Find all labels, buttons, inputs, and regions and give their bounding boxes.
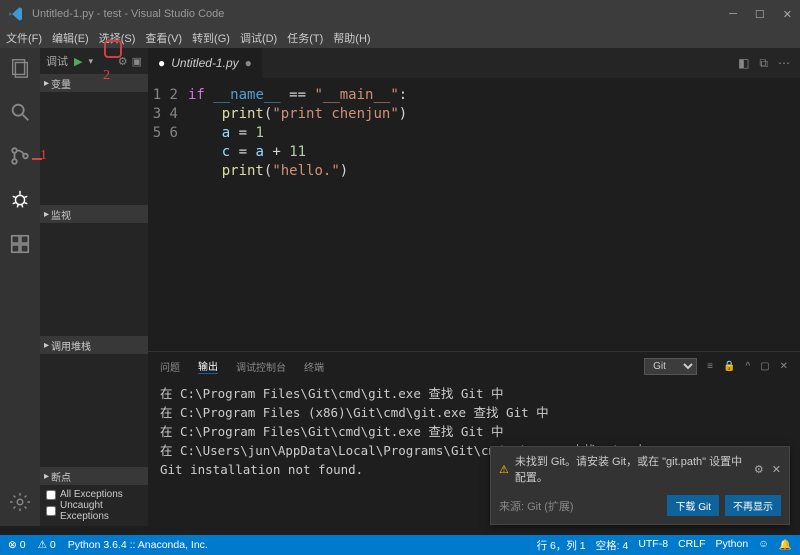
menu-item[interactable]: 帮助(H) bbox=[333, 30, 370, 46]
output-clear-icon[interactable]: ≡ bbox=[707, 361, 713, 372]
status-encoding[interactable]: UTF-8 bbox=[638, 538, 668, 553]
debug-console-icon[interactable]: ▣ bbox=[132, 55, 142, 68]
settings-icon[interactable] bbox=[8, 490, 32, 514]
status-warnings[interactable]: ⚠ 0 bbox=[38, 539, 56, 551]
menu-item[interactable]: 转到(G) bbox=[192, 30, 230, 46]
breakpoints-list: All Exceptions Uncaught Exceptions bbox=[40, 485, 148, 526]
status-python[interactable]: Python 3.6.4 :: Anaconda, Inc. bbox=[68, 539, 208, 551]
editor-tabs: ● Untitled-1.py ● ◧ ⧉ ⋯ bbox=[148, 48, 800, 78]
menubar: 文件(F) 编辑(E) 选择(S) 查看(V) 转到(G) 调试(D) 任务(T) 帮助(H) bbox=[0, 28, 800, 48]
menu-item[interactable]: 编辑(E) bbox=[52, 30, 89, 46]
output-channel-select[interactable]: Git bbox=[644, 358, 697, 375]
debug-icon[interactable] bbox=[8, 188, 32, 212]
variables-section[interactable]: 变量 bbox=[40, 74, 148, 92]
watch-section[interactable]: 监视 bbox=[40, 205, 148, 223]
tab-output[interactable]: 输出 bbox=[198, 358, 218, 374]
status-bell-icon[interactable]: 🔔 bbox=[779, 538, 792, 553]
menu-item[interactable]: 调试(D) bbox=[240, 30, 277, 46]
tab-label: Untitled-1.py bbox=[171, 56, 238, 70]
explorer-icon[interactable] bbox=[8, 56, 32, 80]
panel-maximize-icon[interactable]: ^ bbox=[745, 361, 750, 372]
window-controls: ─ ☐ ✕ bbox=[729, 8, 792, 21]
breakpoints-section[interactable]: 断点 bbox=[40, 467, 148, 485]
minimap[interactable] bbox=[782, 78, 800, 351]
activity-bar bbox=[0, 48, 40, 526]
notification-gear-icon[interactable]: ⚙ bbox=[754, 463, 764, 476]
menu-item[interactable]: 任务(T) bbox=[287, 30, 323, 46]
status-cursor[interactable]: 行 6，列 1 bbox=[537, 538, 586, 553]
maximize-icon[interactable]: ☐ bbox=[755, 8, 765, 21]
panel-x-icon[interactable]: ✕ bbox=[780, 361, 788, 372]
debug-header: 调试 ▶ ▾ ⚙ ▣ bbox=[40, 48, 148, 74]
panel-close-icon[interactable]: ▢ bbox=[760, 361, 769, 372]
output-lock-icon[interactable]: 🔒 bbox=[723, 361, 735, 372]
debug-sidebar: 调试 ▶ ▾ ⚙ ▣ 变量 监视 调用堆栈 断点 All Exceptions … bbox=[40, 48, 148, 526]
minimize-icon[interactable]: ─ bbox=[729, 8, 737, 21]
tab-debugconsole[interactable]: 调试控制台 bbox=[236, 359, 286, 374]
status-eol[interactable]: CRLF bbox=[678, 538, 705, 553]
menu-item[interactable]: 选择(S) bbox=[99, 30, 136, 46]
statusbar: ⊗ 0 ⚠ 0 Python 3.6.4 :: Anaconda, Inc. 行… bbox=[0, 535, 800, 555]
callstack-section[interactable]: 调用堆栈 bbox=[40, 336, 148, 354]
debug-gear-icon[interactable]: ⚙ bbox=[118, 55, 128, 68]
code-content[interactable]: if __name__ == "__main__": print("print … bbox=[188, 78, 407, 351]
menu-item[interactable]: 查看(V) bbox=[145, 30, 182, 46]
annotation-1: 1 bbox=[40, 148, 47, 164]
close-icon[interactable]: ✕ bbox=[783, 8, 792, 21]
scm-icon[interactable] bbox=[8, 144, 32, 168]
vscode-icon bbox=[8, 6, 24, 22]
code-editor[interactable]: 1 2 3 4 5 6 if __name__ == "__main__": p… bbox=[148, 78, 800, 351]
download-git-button[interactable]: 下载 Git bbox=[667, 495, 719, 516]
tab-terminal[interactable]: 终端 bbox=[304, 359, 324, 374]
notification-git: ⚠ 未找到 Git。请安装 Git，或在 "git.path" 设置中配置。 ⚙… bbox=[490, 446, 790, 525]
notification-text: 未找到 Git。请安装 Git，或在 "git.path" 设置中配置。 bbox=[515, 453, 748, 485]
tab-problems[interactable]: 问题 bbox=[160, 359, 180, 374]
extensions-icon[interactable] bbox=[8, 232, 32, 256]
status-errors[interactable]: ⊗ 0 bbox=[8, 539, 26, 551]
uncaught-exceptions-checkbox[interactable]: Uncaught Exceptions bbox=[46, 500, 142, 522]
debug-header-label: 调试 bbox=[46, 53, 68, 69]
panel-tabs: 问题 输出 调试控制台 终端 Git ≡ 🔒 ^ ▢ ✕ bbox=[148, 352, 800, 380]
notification-source: 来源: Git (扩展) bbox=[499, 498, 574, 514]
titlebar: Untitled-1.py - test - Visual Studio Cod… bbox=[0, 0, 800, 28]
status-spaces[interactable]: 空格: 4 bbox=[596, 538, 629, 553]
notification-close-icon[interactable]: ✕ bbox=[772, 463, 781, 476]
status-language[interactable]: Python bbox=[715, 538, 748, 553]
search-icon[interactable] bbox=[8, 100, 32, 124]
tab-untitled[interactable]: ● Untitled-1.py ● bbox=[148, 48, 262, 78]
debug-config-dropdown[interactable]: ▾ bbox=[88, 56, 93, 67]
start-debug-icon[interactable]: ▶ bbox=[74, 55, 82, 68]
compare-icon[interactable]: ⧉ bbox=[759, 56, 768, 71]
dont-show-button[interactable]: 不再显示 bbox=[725, 495, 781, 516]
title-text: Untitled-1.py - test - Visual Studio Cod… bbox=[32, 8, 224, 20]
more-icon[interactable]: ⋯ bbox=[778, 56, 790, 71]
modified-dot-icon: ● bbox=[158, 56, 165, 70]
menu-item[interactable]: 文件(F) bbox=[6, 30, 42, 46]
status-feedback-icon[interactable]: ☺ bbox=[758, 538, 769, 553]
all-exceptions-checkbox[interactable]: All Exceptions bbox=[46, 489, 142, 500]
tab-close-icon[interactable]: ● bbox=[245, 56, 252, 70]
annotation-2: 2 bbox=[103, 68, 110, 84]
warning-icon: ⚠ bbox=[499, 463, 509, 476]
split-editor-icon[interactable]: ◧ bbox=[738, 56, 749, 71]
line-gutter: 1 2 3 4 5 6 bbox=[148, 78, 188, 351]
